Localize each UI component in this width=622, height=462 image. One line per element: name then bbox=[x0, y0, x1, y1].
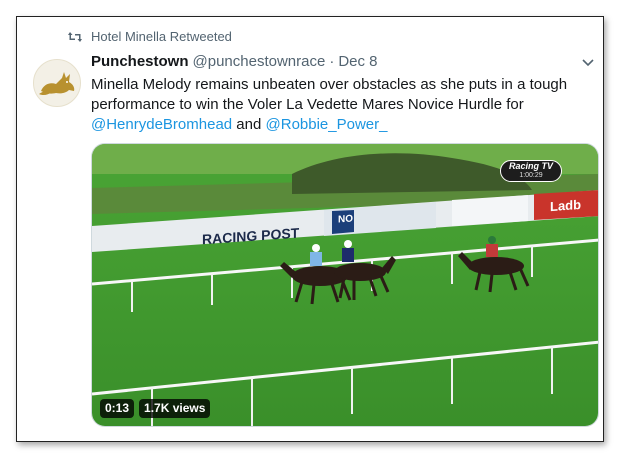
retweet-icon bbox=[67, 30, 83, 44]
author-name[interactable]: Punchestown bbox=[91, 53, 189, 70]
hoarding-sponsor-mid: NO bbox=[338, 213, 353, 226]
tweet-date[interactable]: Dec 8 bbox=[338, 53, 377, 70]
tweet-text-part2: and bbox=[232, 116, 266, 133]
race-video-frame bbox=[92, 144, 598, 426]
retweet-label: Hotel Minella Retweeted bbox=[91, 29, 232, 44]
race-clock: 1:00:29 bbox=[519, 172, 543, 179]
video-duration: 0:13 bbox=[100, 399, 135, 418]
view-count: 1.7K views bbox=[139, 399, 211, 418]
tweet-card[interactable]: Hotel Minella Retweeted Punchestown @pun… bbox=[16, 16, 604, 442]
tweet-text: Minella Melody remains unbeaten over obs… bbox=[91, 75, 591, 135]
mention-henrydebromhead[interactable]: @HenrydeBromhead bbox=[91, 116, 232, 133]
racing-tv-logo: Racing TV 1:00:29 bbox=[500, 160, 562, 182]
author-handle[interactable]: @punchestownrace bbox=[193, 53, 326, 70]
chevron-down-icon[interactable] bbox=[581, 55, 595, 69]
video-badges: 0:13 1.7K views bbox=[100, 399, 211, 418]
video-player[interactable]: RACING POST NO Ladb Racing TV 1:00:29 0:… bbox=[91, 143, 599, 427]
header-separator: · bbox=[329, 53, 335, 70]
avatar[interactable] bbox=[33, 59, 81, 107]
fox-logo bbox=[39, 72, 75, 96]
racing-tv-label: Racing TV bbox=[508, 161, 553, 171]
retweet-banner[interactable]: Hotel Minella Retweeted bbox=[67, 29, 232, 44]
hoarding-sponsor-right: Ladb bbox=[550, 196, 582, 215]
mention-robbie-power[interactable]: @Robbie_Power_ bbox=[266, 116, 388, 133]
tweet-text-part1: Minella Melody remains unbeaten over obs… bbox=[91, 76, 568, 113]
tweet-header: Punchestown @punchestownrace · Dec 8 bbox=[91, 53, 591, 70]
